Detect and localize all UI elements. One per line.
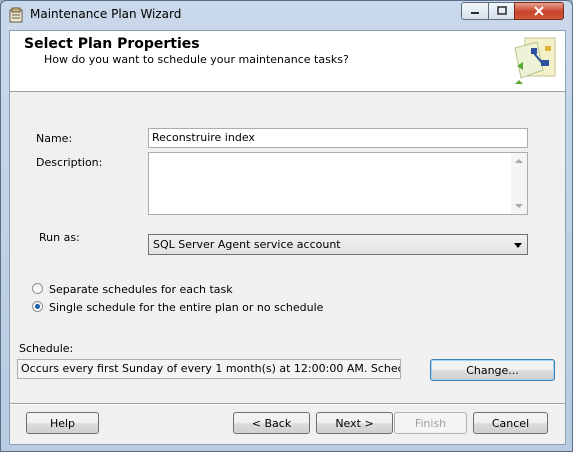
single-schedule-radio[interactable] bbox=[32, 301, 43, 312]
footer-divider bbox=[10, 403, 565, 405]
schedule-description-field[interactable]: Occurs every first Sunday of every 1 mon… bbox=[17, 359, 401, 379]
change-schedule-button[interactable]: Change... bbox=[430, 359, 555, 381]
cancel-button[interactable]: Cancel bbox=[473, 412, 548, 434]
run-as-label: Run as: bbox=[39, 231, 80, 244]
run-as-value: SQL Server Agent service account bbox=[153, 238, 341, 251]
wizard-banner-icon bbox=[509, 34, 559, 88]
schedule-label: Schedule: bbox=[19, 342, 74, 355]
help-button[interactable]: Help bbox=[26, 412, 99, 434]
close-window-button[interactable] bbox=[514, 2, 564, 20]
app-icon bbox=[8, 7, 24, 23]
wizard-header: Select Plan Properties How do you want t… bbox=[10, 31, 565, 92]
finish-button[interactable]: Finish bbox=[394, 412, 467, 434]
window-title: Maintenance Plan Wizard bbox=[30, 7, 182, 21]
wizard-window: Maintenance Plan Wizard Select Plan Prop… bbox=[0, 0, 573, 452]
minimize-button[interactable] bbox=[461, 2, 489, 20]
description-input[interactable] bbox=[148, 152, 528, 215]
separate-schedules-radio[interactable] bbox=[32, 283, 43, 294]
next-button[interactable]: Next > bbox=[316, 412, 393, 434]
page-subtitle: How do you want to schedule your mainten… bbox=[44, 53, 349, 66]
back-button[interactable]: < Back bbox=[233, 412, 310, 434]
description-scrollbar[interactable] bbox=[511, 153, 527, 214]
title-bar[interactable]: Maintenance Plan Wizard bbox=[1, 1, 572, 29]
chevron-down-icon bbox=[514, 243, 522, 248]
scroll-down-icon[interactable] bbox=[515, 204, 523, 208]
single-schedule-label[interactable]: Single schedule for the entire plan or n… bbox=[49, 301, 323, 314]
name-input[interactable]: Reconstruire index bbox=[148, 128, 528, 148]
scroll-up-icon[interactable] bbox=[515, 159, 523, 163]
page-title: Select Plan Properties bbox=[24, 36, 200, 52]
name-label: Name: bbox=[36, 132, 73, 145]
description-label: Description: bbox=[36, 156, 103, 169]
maximize-button[interactable] bbox=[488, 2, 515, 20]
separate-schedules-label[interactable]: Separate schedules for each task bbox=[49, 283, 233, 296]
run-as-select[interactable]: SQL Server Agent service account bbox=[148, 234, 528, 255]
wizard-body: Select Plan Properties How do you want t… bbox=[9, 30, 566, 445]
